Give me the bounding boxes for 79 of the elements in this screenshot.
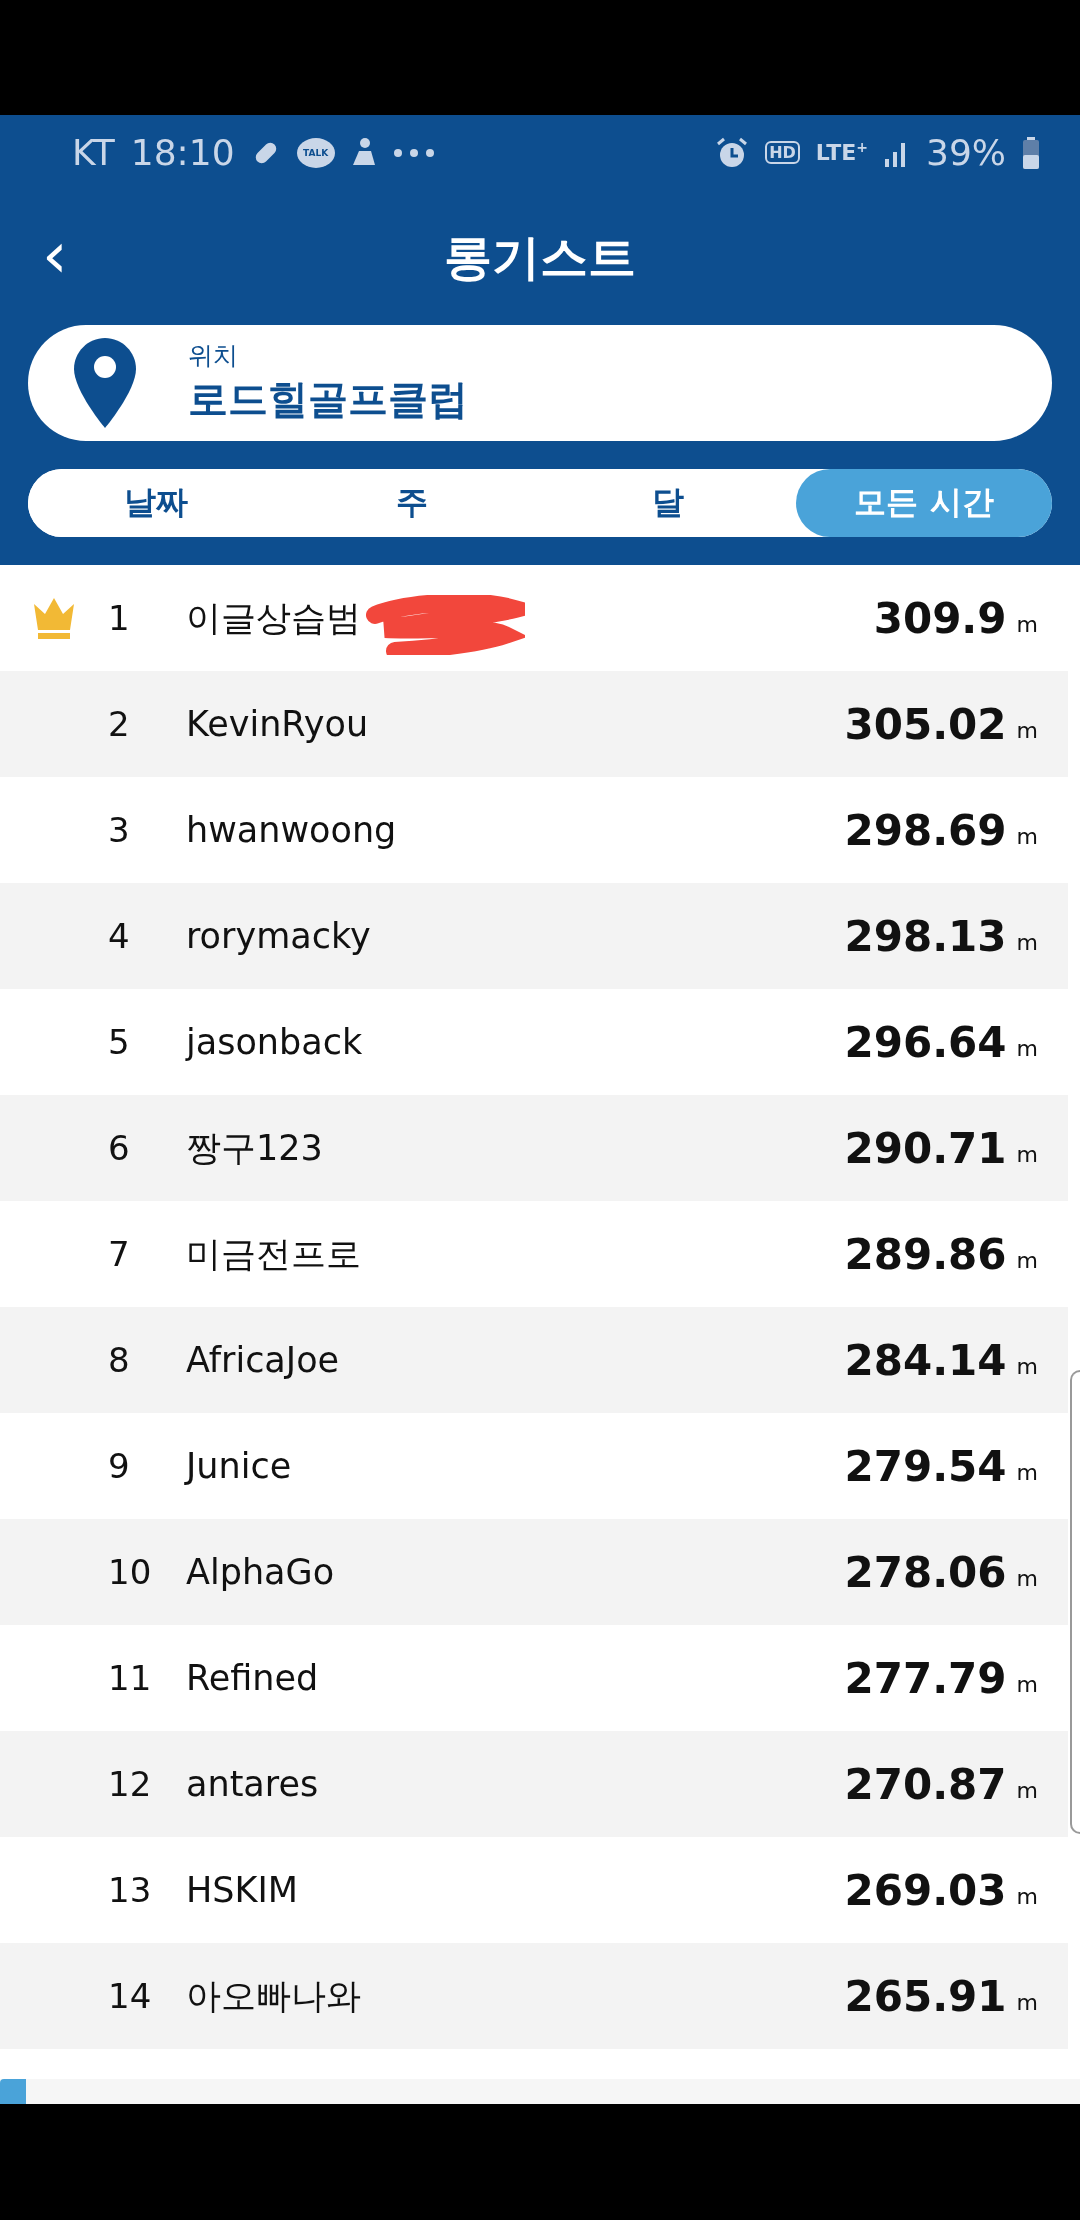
distance-unit: m	[1016, 717, 1038, 743]
ranking-row[interactable]: 4 rorymacky 298.13 m	[0, 883, 1068, 989]
location-name: 로드힐골프클럽	[188, 375, 468, 424]
distance-value: 278.06	[844, 1547, 1007, 1597]
distance-unit: m	[1016, 823, 1038, 849]
distance-unit: m	[1016, 611, 1038, 637]
ranking-row[interactable]: 6 짱구123 290.71 m	[0, 1095, 1068, 1201]
rank-number: 6	[107, 1128, 131, 1168]
player-name: 미금전프로	[186, 1232, 361, 1276]
location-label: 위치	[188, 340, 239, 372]
distance-unit: m	[1016, 1035, 1038, 1061]
player-name: HSKIM	[186, 1870, 298, 1910]
player-name: AlphaGo	[186, 1552, 335, 1592]
ranking-row[interactable]: 14 아오빠나와 265.91 m	[0, 1943, 1068, 2049]
distance-value: 290.71	[844, 1123, 1007, 1173]
distance-value: 270.87	[844, 1759, 1007, 1809]
hd-voice-icon: HD	[765, 141, 800, 164]
player-name: 아오빠나와	[186, 1974, 361, 2018]
player-name: hwanwoong	[186, 810, 397, 850]
player-name: Refined	[186, 1658, 319, 1698]
rank-number: 13	[107, 1870, 153, 1910]
network-type: LTE$^{+}$	[815, 139, 868, 166]
rank-number: 11	[107, 1658, 153, 1698]
distance-value: 289.86	[844, 1229, 1007, 1279]
player-name: KevinRyou	[186, 704, 369, 744]
distance-value: 269.03	[844, 1865, 1007, 1915]
page-title: 롱기스트	[444, 227, 636, 287]
rank-number: 1	[107, 598, 131, 638]
more-dots-icon	[392, 147, 435, 158]
distance-value: 305.02	[844, 699, 1007, 749]
rank-number: 7	[107, 1234, 131, 1274]
distance-value: 309.9	[873, 593, 1007, 643]
distance-value: 284.14	[844, 1335, 1007, 1385]
distance-unit: m	[1016, 929, 1038, 955]
distance-unit: m	[1016, 1565, 1038, 1591]
side-handle[interactable]	[1070, 1370, 1080, 1834]
clock-time: 18:10	[130, 132, 235, 173]
distance-unit: m	[1016, 1459, 1038, 1485]
rank-number: 2	[107, 704, 131, 744]
rank-number: 3	[107, 810, 131, 850]
distance-unit: m	[1016, 1671, 1038, 1697]
player-name: jasonback	[186, 1022, 363, 1062]
location-pin-icon	[72, 336, 138, 430]
player-name: antares	[186, 1764, 319, 1804]
rank-number: 14	[107, 1976, 153, 2016]
player-name: 이글상습범	[186, 596, 361, 640]
ranking-row[interactable]: 12 antares 270.87 m	[0, 1731, 1068, 1837]
ranking-row[interactable]: 8 AfricaJoe 284.14 m	[0, 1307, 1068, 1413]
scroll-indicator	[0, 2079, 26, 2104]
distance-value: 298.69	[844, 805, 1007, 855]
distance-value: 298.13	[844, 911, 1007, 961]
back-button[interactable]: ‹	[36, 220, 74, 290]
distance-unit: m	[1016, 1247, 1038, 1273]
alarm-icon	[715, 135, 750, 170]
player-name: 짱구123	[186, 1126, 323, 1170]
carrier-label: KT	[72, 132, 115, 173]
rank-number: 5	[107, 1022, 131, 1062]
distance-value: 277.79	[844, 1653, 1007, 1703]
distance-unit: m	[1016, 1777, 1038, 1803]
rank-number: 10	[107, 1552, 153, 1592]
distance-unit: m	[1016, 1353, 1038, 1379]
player-name: Junice	[186, 1446, 292, 1486]
player-name: rorymacky	[186, 916, 371, 956]
battery-icon	[1022, 136, 1040, 169]
rank-number: 8	[107, 1340, 131, 1380]
distance-value: 279.54	[844, 1441, 1007, 1491]
chat-bubble-icon: TALK	[296, 137, 335, 168]
distance-unit: m	[1016, 1141, 1038, 1167]
distance-value: 265.91	[844, 1971, 1007, 2021]
rank-number: 9	[107, 1446, 131, 1486]
player-name: AfricaJoe	[186, 1340, 340, 1380]
ranking-row[interactable]: 10 AlphaGo 278.06 m	[0, 1519, 1068, 1625]
distance-unit: m	[1016, 1989, 1038, 2015]
ranking-row[interactable]: 2 KevinRyou 305.02 m	[0, 671, 1068, 777]
rank-number: 4	[107, 916, 131, 956]
rank-number: 12	[107, 1764, 153, 1804]
battery-percent: 39%	[926, 132, 1006, 173]
distance-value: 296.64	[844, 1017, 1007, 1067]
distance-unit: m	[1016, 1883, 1038, 1909]
